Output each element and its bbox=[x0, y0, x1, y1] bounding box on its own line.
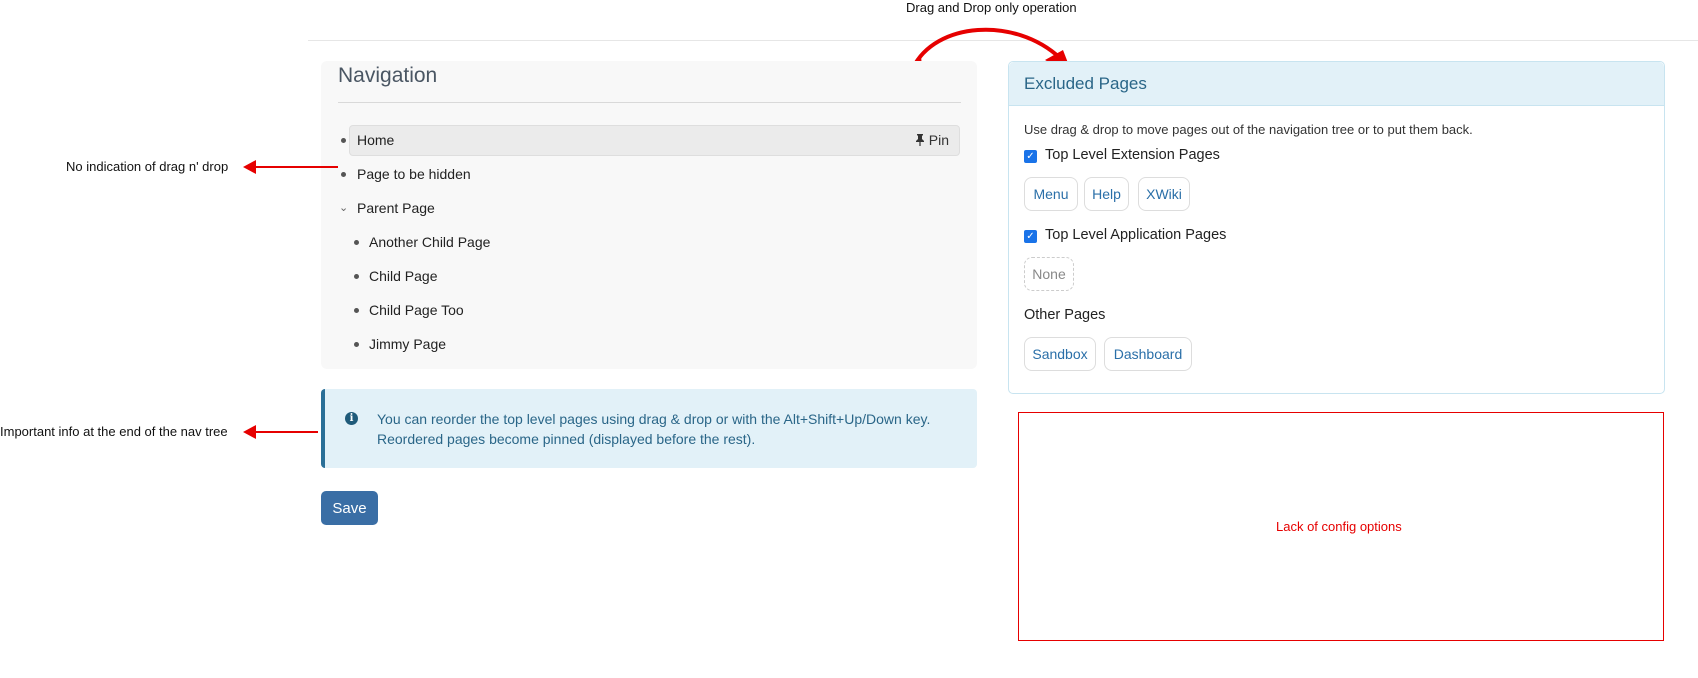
extension-pages-label: Top Level Extension Pages bbox=[1045, 147, 1220, 163]
bullet-icon bbox=[341, 138, 346, 143]
navigation-title-divider bbox=[338, 102, 961, 103]
empty-drop-zone[interactable]: None bbox=[1024, 257, 1074, 291]
bullet-icon bbox=[354, 240, 359, 245]
nav-item-child-page-too[interactable]: Child Page Too bbox=[369, 302, 464, 318]
info-icon: i bbox=[345, 412, 358, 425]
bullet-icon bbox=[354, 342, 359, 347]
excluded-page-sandbox[interactable]: Sandbox bbox=[1024, 337, 1096, 371]
other-pages-label: Other Pages bbox=[1024, 307, 1106, 323]
bullet-icon bbox=[354, 274, 359, 279]
pin-label: Pin bbox=[928, 132, 949, 148]
annotation-arrow-left bbox=[243, 160, 338, 174]
application-pages-checkbox[interactable]: ✓ bbox=[1024, 230, 1037, 243]
nav-item-child-page[interactable]: Child Page bbox=[369, 268, 438, 284]
annotation-lack-config: Lack of config options bbox=[1276, 519, 1402, 534]
nav-item-jimmy-page[interactable]: Jimmy Page bbox=[369, 336, 446, 352]
nav-item-label: Home bbox=[357, 132, 395, 148]
annotation-arrow-left bbox=[243, 425, 318, 439]
excluded-page-menu[interactable]: Menu bbox=[1024, 177, 1078, 211]
info-text: You can reorder the top level pages usin… bbox=[377, 411, 931, 447]
extension-pages-checkbox[interactable]: ✓ bbox=[1024, 150, 1037, 163]
annotation-no-indication: No indication of drag n' drop bbox=[66, 159, 229, 174]
pin-icon bbox=[915, 134, 924, 146]
excluded-pages-title: Excluded Pages bbox=[1024, 74, 1147, 93]
bullet-icon bbox=[354, 308, 359, 313]
nav-item-page-to-be-hidden[interactable]: Page to be hidden bbox=[357, 166, 471, 182]
nav-item-parent-page[interactable]: Parent Page bbox=[357, 200, 435, 216]
excluded-page-xwiki[interactable]: XWiki bbox=[1138, 177, 1190, 211]
annotation-drag-drop: Drag and Drop only operation bbox=[906, 0, 1077, 15]
chevron-down-icon[interactable]: ⌄ bbox=[339, 201, 348, 214]
excluded-page-help[interactable]: Help bbox=[1084, 177, 1129, 211]
save-button[interactable]: Save bbox=[321, 491, 378, 525]
excluded-page-dashboard[interactable]: Dashboard bbox=[1104, 337, 1192, 371]
pin-button[interactable]: Pin bbox=[915, 132, 949, 148]
bullet-icon bbox=[341, 172, 346, 177]
annotation-important-info: Important info at the end of the nav tre… bbox=[0, 424, 228, 439]
application-pages-label: Top Level Application Pages bbox=[1045, 227, 1227, 243]
navigation-title: Navigation bbox=[338, 64, 438, 87]
nav-item-home[interactable]: Home Pin bbox=[349, 125, 960, 156]
nav-item-another-child-page[interactable]: Another Child Page bbox=[369, 234, 490, 250]
excluded-pages-description: Use drag & drop to move pages out of the… bbox=[1024, 122, 1473, 137]
